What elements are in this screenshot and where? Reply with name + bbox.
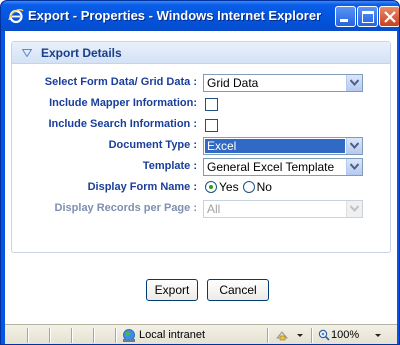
maximize-icon bbox=[362, 11, 374, 23]
zoom-icon[interactable] bbox=[318, 329, 330, 341]
dropdown-arrow-icon[interactable] bbox=[346, 138, 362, 154]
ie-window: Export - Properties - Windows Internet E… bbox=[0, 0, 400, 345]
client-area: Export Details Select Form Data/ Grid Da… bbox=[5, 31, 397, 324]
form-data-value: Grid Data bbox=[207, 76, 259, 90]
protected-mode-icon[interactable] bbox=[275, 328, 291, 342]
dropdown-arrow-icon[interactable] bbox=[346, 159, 362, 175]
window-title: Export - Properties - Windows Internet E… bbox=[28, 8, 322, 23]
template-value: General Excel Template bbox=[207, 160, 335, 174]
display-form-name-label: Display Form Name : bbox=[87, 181, 197, 193]
zoom-level: 100% bbox=[331, 329, 360, 341]
search-checkbox[interactable] bbox=[205, 119, 218, 132]
template-label: Template : bbox=[142, 160, 197, 172]
status-separator bbox=[93, 328, 94, 343]
mapper-checkbox[interactable] bbox=[205, 98, 218, 111]
zone-text: Local intranet bbox=[139, 329, 206, 341]
chevron-down-icon[interactable] bbox=[375, 334, 381, 337]
cancel-button[interactable]: Cancel bbox=[207, 279, 269, 301]
title-bar[interactable]: Export - Properties - Windows Internet E… bbox=[1, 1, 399, 31]
form-data-select[interactable]: Grid Data bbox=[203, 74, 363, 92]
status-separator bbox=[311, 328, 312, 343]
no-radio[interactable] bbox=[242, 181, 255, 193]
yes-radio[interactable] bbox=[205, 181, 217, 193]
template-select[interactable]: General Excel Template bbox=[203, 158, 363, 176]
status-separator bbox=[27, 328, 28, 343]
no-radio-label: No bbox=[256, 180, 272, 194]
maximize-button[interactable] bbox=[357, 6, 378, 27]
doc-type-row: Document Type : Excel bbox=[12, 137, 390, 155]
export-button[interactable]: Export bbox=[146, 279, 198, 301]
records-per-page-select[interactable]: All bbox=[203, 200, 363, 218]
close-icon bbox=[384, 11, 396, 23]
records-per-page-label: Display Records per Page : bbox=[54, 202, 197, 214]
search-label: Include Search Information : bbox=[48, 118, 197, 130]
status-bar: Local intranet 100% bbox=[5, 324, 397, 344]
template-row: Template : General Excel Template bbox=[12, 158, 390, 176]
yes-radio-label: Yes bbox=[219, 180, 239, 194]
minimize-button[interactable] bbox=[335, 6, 356, 27]
status-separator bbox=[267, 328, 268, 343]
display-form-name-row: Display Form Name : Yes No bbox=[12, 179, 390, 197]
dropdown-arrow-icon[interactable] bbox=[346, 75, 362, 91]
collapse-triangle-icon[interactable] bbox=[22, 49, 32, 57]
search-row: Include Search Information : bbox=[12, 116, 390, 134]
records-per-page-row: Display Records per Page : All bbox=[12, 200, 390, 218]
display-form-name-radios: Yes No bbox=[205, 180, 276, 194]
mapper-label: Include Mapper Information: bbox=[49, 97, 197, 109]
export-details-panel: Export Details Select Form Data/ Grid Da… bbox=[11, 41, 391, 253]
panel-header[interactable]: Export Details bbox=[12, 42, 390, 64]
doc-type-value: Excel bbox=[205, 139, 345, 153]
records-per-page-value: All bbox=[207, 202, 221, 216]
dropdown-arrow-icon bbox=[346, 201, 362, 217]
doc-type-label: Document Type : bbox=[108, 139, 197, 151]
chevron-down-icon[interactable] bbox=[297, 334, 303, 337]
internet-explorer-icon bbox=[8, 9, 24, 24]
doc-type-select[interactable]: Excel bbox=[203, 137, 363, 155]
status-separator bbox=[71, 328, 72, 343]
mapper-row: Include Mapper Information: bbox=[12, 95, 390, 113]
status-separator bbox=[115, 328, 116, 343]
status-separator bbox=[49, 328, 50, 343]
panel-title: Export Details bbox=[41, 46, 122, 60]
minimize-icon bbox=[340, 19, 348, 22]
form-data-label: Select Form Data/ Grid Data : bbox=[44, 76, 197, 88]
form-data-row: Select Form Data/ Grid Data : Grid Data bbox=[12, 74, 390, 92]
close-button[interactable] bbox=[379, 6, 399, 27]
local-intranet-icon bbox=[123, 329, 135, 342]
